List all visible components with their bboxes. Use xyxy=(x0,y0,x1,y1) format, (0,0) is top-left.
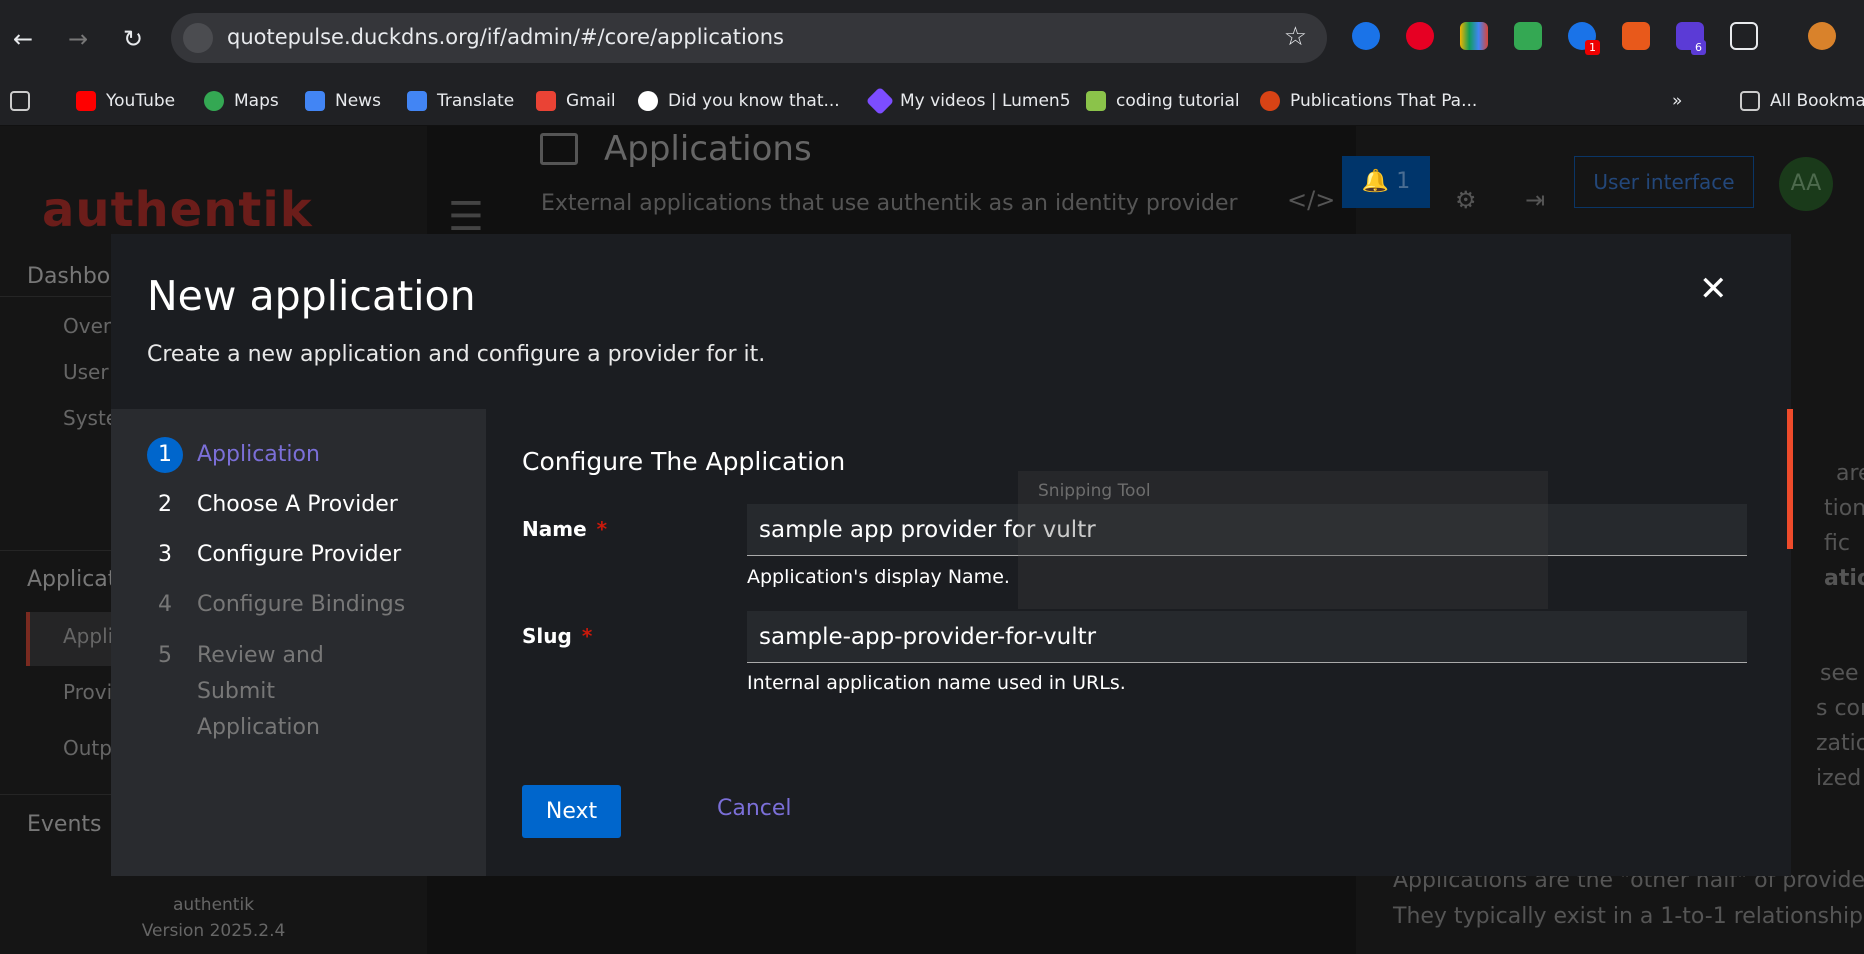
reload-icon[interactable]: ↻ xyxy=(116,22,150,56)
new-application-modal: New application Create a new application… xyxy=(111,234,1793,876)
back-icon[interactable]: ← xyxy=(6,22,40,56)
snipping-tool-overlay: Snipping Tool xyxy=(1018,471,1548,609)
sidebar-item-applications[interactable]: Applicat xyxy=(27,567,116,592)
profile-avatar[interactable] xyxy=(1808,22,1836,50)
pinterest-extension-icon[interactable] xyxy=(1406,22,1434,50)
translate-icon xyxy=(407,91,427,111)
footer-name: authentik xyxy=(172,895,255,915)
step-configure-provider[interactable]: 3 Configure Provider xyxy=(147,537,401,573)
section-title: Configure The Application xyxy=(522,447,846,476)
wizard-content: Configure The Application Name * sample a… xyxy=(486,409,1791,876)
maps-icon xyxy=(204,91,224,111)
w3-icon xyxy=(1086,91,1106,111)
folder-icon xyxy=(1740,91,1760,111)
bookmark-news[interactable]: News xyxy=(305,84,381,118)
bookmark-lumen5[interactable]: My videos | Lumen5 xyxy=(865,84,1071,118)
bookmark-coding-tutorial[interactable]: coding tutorial xyxy=(1086,84,1240,118)
gmail-icon xyxy=(536,91,556,111)
extension-badge: 6 xyxy=(1691,40,1706,55)
robot-extension-icon[interactable] xyxy=(1514,22,1542,50)
url-text: quotepulse.duckdns.org/if/admin/#/core/a… xyxy=(227,25,784,49)
sidebar-item-overview[interactable]: Over xyxy=(63,314,111,338)
user-interface-button[interactable]: User interface xyxy=(1574,156,1754,208)
sidebar-item-events[interactable]: Events xyxy=(27,812,102,837)
applications-icon xyxy=(540,133,578,165)
sidebar-item-applications-sub[interactable]: Appli xyxy=(63,624,113,648)
step-configure-bindings: 4 Configure Bindings xyxy=(158,592,406,617)
sidebar-item-system[interactable]: Syste xyxy=(63,406,118,430)
bookmark-star-icon[interactable]: ☆ xyxy=(1284,22,1307,52)
step-application[interactable]: 1 Application xyxy=(147,437,320,473)
bookmarks-bar: YouTube Maps News Translate Gmail Did yo… xyxy=(0,76,1864,126)
youtube-icon xyxy=(76,91,96,111)
footer-version: Version 2025.2.4 xyxy=(141,921,286,941)
sidebar-item-dashboard[interactable]: Dashboa xyxy=(27,264,124,289)
more-bookmarks-icon[interactable]: » xyxy=(1672,84,1682,118)
slug-input[interactable]: sample-app-provider-for-vultr xyxy=(747,611,1747,663)
scrollbar[interactable] xyxy=(1787,409,1793,549)
name-help: Application's display Name. xyxy=(747,566,1010,588)
fox-extension-icon[interactable] xyxy=(1622,22,1650,50)
bookmark-google[interactable]: Did you know that... xyxy=(638,84,840,118)
modal-header: New application Create a new application… xyxy=(111,234,1791,409)
news-icon xyxy=(305,91,325,111)
cancel-button[interactable]: Cancel xyxy=(717,796,792,821)
name-label: Name * xyxy=(522,517,608,541)
authentik-logo: authentik xyxy=(42,182,313,238)
site-settings-icon[interactable] xyxy=(183,23,213,53)
apps-grid-icon[interactable] xyxy=(10,84,40,118)
sidebar-item-providers[interactable]: Provi xyxy=(63,680,112,704)
google-icon xyxy=(638,91,658,111)
bookmark-translate[interactable]: Translate xyxy=(407,84,514,118)
slug-help: Internal application name used in URLs. xyxy=(747,672,1126,694)
puzzle-extensions-icon[interactable] xyxy=(1730,22,1758,50)
extension-badge: 1 xyxy=(1585,40,1600,55)
notifications-button[interactable]: 🔔 1 xyxy=(1342,156,1430,208)
bell-icon: 🔔 xyxy=(1361,169,1390,194)
wizard-steps: 1 Application 2 Choose A Provider 3 Conf… xyxy=(111,409,486,876)
bookmark-gmail[interactable]: Gmail xyxy=(536,84,616,118)
logout-icon[interactable]: ⇥ xyxy=(1525,186,1545,214)
page-description: External applications that use authentik… xyxy=(541,191,1238,216)
sidebar-item-outposts[interactable]: Outp xyxy=(63,736,112,760)
bookmark-youtube[interactable]: YouTube xyxy=(76,84,175,118)
browser-toolbar: ← → ↻ quotepulse.duckdns.org/if/admin/#/… xyxy=(0,0,1864,76)
modal-title: New application xyxy=(147,272,476,320)
address-bar[interactable]: quotepulse.duckdns.org/if/admin/#/core/a… xyxy=(171,13,1327,63)
all-bookmarks[interactable]: All Bookma xyxy=(1740,84,1864,118)
step-choose-provider[interactable]: 2 Choose A Provider xyxy=(147,487,398,523)
color-extension-icon[interactable] xyxy=(1460,22,1488,50)
api-code-icon[interactable]: </> xyxy=(1287,186,1335,214)
lumen5-icon xyxy=(865,86,895,116)
next-button[interactable]: Next xyxy=(522,785,621,838)
sidebar-item-user[interactable]: User xyxy=(63,360,109,384)
page-title: Applications xyxy=(604,129,812,169)
forward-icon[interactable]: → xyxy=(61,22,95,56)
gear-icon[interactable]: ⚙ xyxy=(1455,186,1477,214)
slug-label: Slug * xyxy=(522,624,593,648)
modal-subtitle: Create a new application and configure a… xyxy=(147,342,766,367)
close-icon[interactable]: ✕ xyxy=(1699,269,1728,309)
bookmark-maps[interactable]: Maps xyxy=(204,84,279,118)
ct-icon xyxy=(1260,91,1280,111)
bookmark-publications[interactable]: Publications That Pa... xyxy=(1260,84,1477,118)
extension-icon[interactable] xyxy=(1352,22,1380,50)
avatar[interactable]: AA xyxy=(1779,157,1833,211)
step-review-submit: 5 Review and Submit Application xyxy=(158,643,324,740)
